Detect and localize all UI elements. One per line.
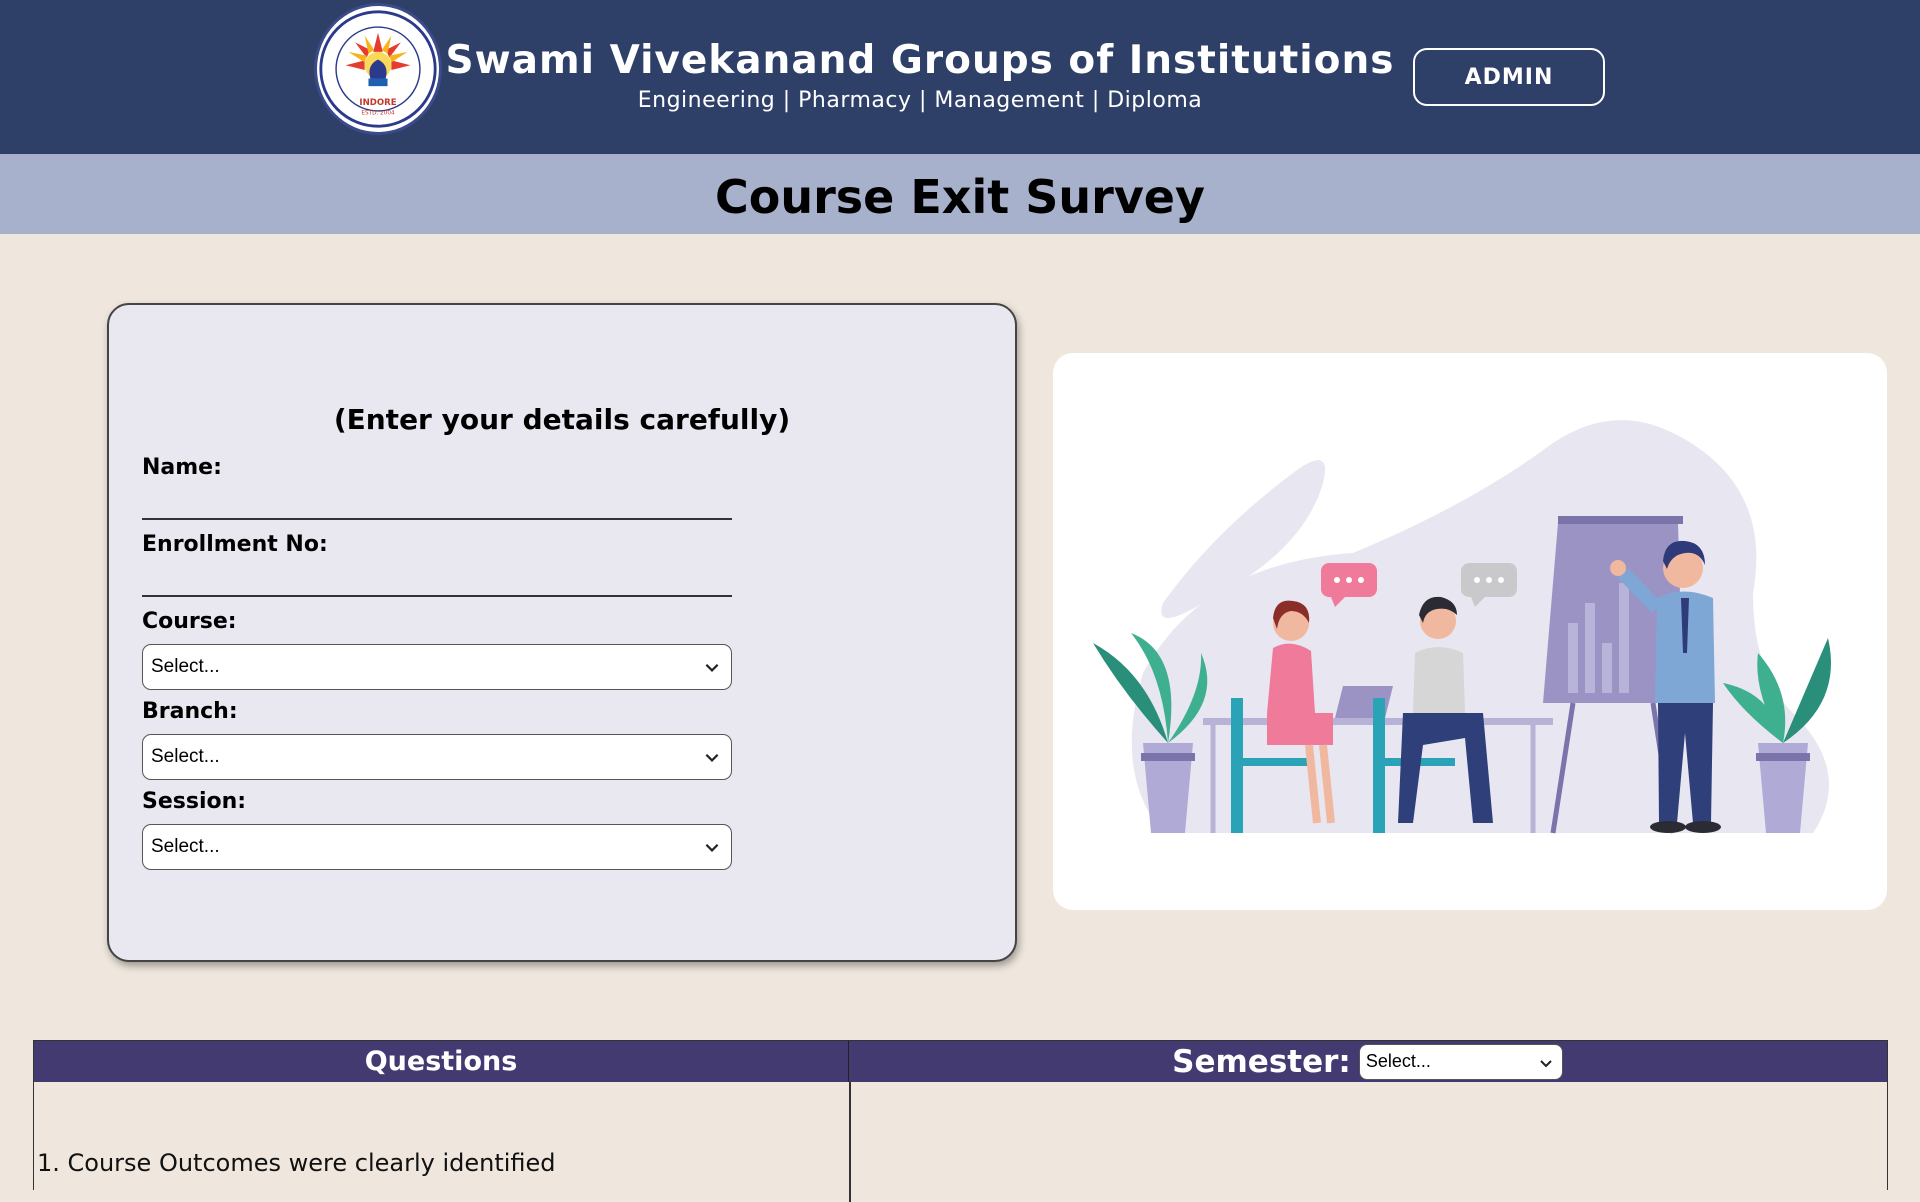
question-item: 1. Course Outcomes were clearly identifi…	[37, 1149, 556, 1177]
branch-select[interactable]: Select...	[142, 734, 732, 780]
chevron-down-icon	[705, 753, 719, 762]
classroom-presentation-illustration	[1093, 420, 1831, 834]
name-input[interactable]	[142, 480, 732, 520]
chevron-down-icon	[705, 663, 719, 672]
semester-header: Semester: Select...	[849, 1041, 1886, 1082]
form-heading: (Enter your details carefully)	[333, 403, 791, 436]
enrollment-label: Enrollment No:	[142, 532, 328, 557]
name-label: Name:	[142, 455, 222, 480]
admin-button[interactable]: ADMIN	[1413, 48, 1605, 106]
enrollment-input[interactable]	[142, 557, 732, 597]
column-divider	[849, 1082, 851, 1202]
branch-select-value: Select...	[151, 746, 220, 767]
semester-label: Semester:	[1172, 1043, 1351, 1080]
course-label: Course:	[142, 609, 237, 634]
session-select[interactable]: Select...	[142, 824, 732, 870]
survey-table: Questions Semester: Select... 1. Course …	[33, 1040, 1888, 1202]
course-select-value: Select...	[151, 656, 220, 677]
course-select[interactable]: Select...	[142, 644, 732, 690]
logo-city-text: INDORE	[359, 98, 396, 108]
classroom-illustration	[1053, 353, 1887, 910]
header: INDORE ESTD. 2004 Swami Vivekanand Group…	[0, 0, 1920, 154]
institution-subtitle: Engineering | Pharmacy | Management | Di…	[637, 88, 1203, 113]
student-details-form: (Enter your details carefully) Name: Enr…	[107, 303, 1017, 962]
branch-label: Branch:	[142, 699, 238, 724]
institution-title: Swami Vivekanand Groups of Institutions	[445, 38, 1395, 83]
semester-select[interactable]: Select...	[1358, 1043, 1563, 1080]
semester-select-value: Select...	[1365, 1051, 1431, 1071]
questions-header: Questions	[34, 1041, 849, 1082]
session-label: Session:	[142, 789, 247, 814]
page-title: Course Exit Survey	[715, 170, 1205, 224]
table-header: Questions Semester: Select...	[34, 1041, 1887, 1082]
logo-estd-text: ESTD. 2004	[361, 111, 395, 117]
session-select-value: Select...	[151, 836, 220, 857]
chevron-down-icon	[705, 843, 719, 852]
chevron-down-icon	[1540, 1059, 1552, 1067]
title-bar: Course Exit Survey	[0, 154, 1920, 234]
